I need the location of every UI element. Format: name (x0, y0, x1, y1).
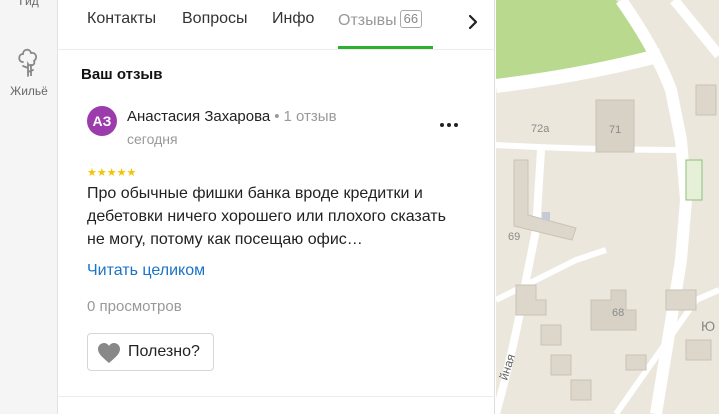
section-title: Ваш отзыв (81, 66, 163, 83)
helpful-button[interactable]: Полезно? (87, 333, 214, 371)
more-dot (447, 123, 451, 127)
tab-reviews-label: Отзывы (338, 12, 397, 29)
map-label: 72а (531, 123, 550, 135)
rail-item-guide[interactable]: Гид (0, 0, 58, 8)
more-options-button[interactable] (440, 114, 464, 130)
avatar[interactable]: АЗ (87, 106, 117, 136)
author-review-count: 1 отзыв (283, 108, 337, 125)
map[interactable]: 72а 71 69 68 Ю йная (496, 0, 719, 414)
tab-questions[interactable]: Вопросы (182, 10, 248, 28)
review-date: сегодня (127, 131, 178, 147)
more-dot (454, 123, 458, 127)
tab-questions-label: Вопросы (182, 10, 248, 27)
organization-panel: Контакты Вопросы Инфо Отзывы 66 Ваш отзыв… (58, 0, 495, 414)
rating-stars: ★★★★★ (87, 167, 137, 179)
tab-reviews[interactable]: Отзывы 66 (338, 10, 423, 30)
divider (58, 396, 495, 397)
author-name[interactable]: Анастасия Захарова (127, 108, 270, 125)
tab-bar: Контакты Вопросы Инфо Отзывы 66 (58, 0, 495, 50)
map-label: 69 (508, 231, 521, 243)
more-dots-icon (440, 123, 444, 127)
heart-icon (98, 343, 120, 363)
map-label: 68 (612, 307, 625, 319)
tab-contacts[interactable]: Контакты (87, 10, 156, 28)
review-text: Про обычные фишки банка вроде кредитки и… (87, 185, 446, 248)
author-separator: • (274, 108, 280, 125)
map-label: 71 (609, 124, 622, 136)
map-label: Ю (701, 318, 716, 334)
active-tab-underline (338, 46, 433, 49)
rail-item-guide-label: Гид (19, 0, 39, 8)
tab-info-label: Инфо (272, 10, 315, 27)
tab-info[interactable]: Инфо (272, 10, 314, 28)
review-author-line: Анастасия Захарова • 1 отзыв (127, 108, 337, 125)
helpful-label: Полезно? (128, 343, 200, 360)
tab-contacts-label: Контакты (87, 10, 157, 27)
map-canvas (496, 0, 719, 414)
left-rail: Гид Жильё (0, 0, 58, 414)
reviews-count-badge: 66 (399, 10, 423, 28)
read-more-link[interactable]: Читать целиком (87, 262, 205, 280)
rail-item-housing[interactable]: Жильё (0, 46, 58, 98)
tree-icon (18, 48, 38, 77)
views-count: 0 просмотров (87, 298, 182, 315)
chevron-right-icon[interactable] (463, 12, 483, 32)
rail-item-housing-label: Жильё (10, 84, 48, 98)
